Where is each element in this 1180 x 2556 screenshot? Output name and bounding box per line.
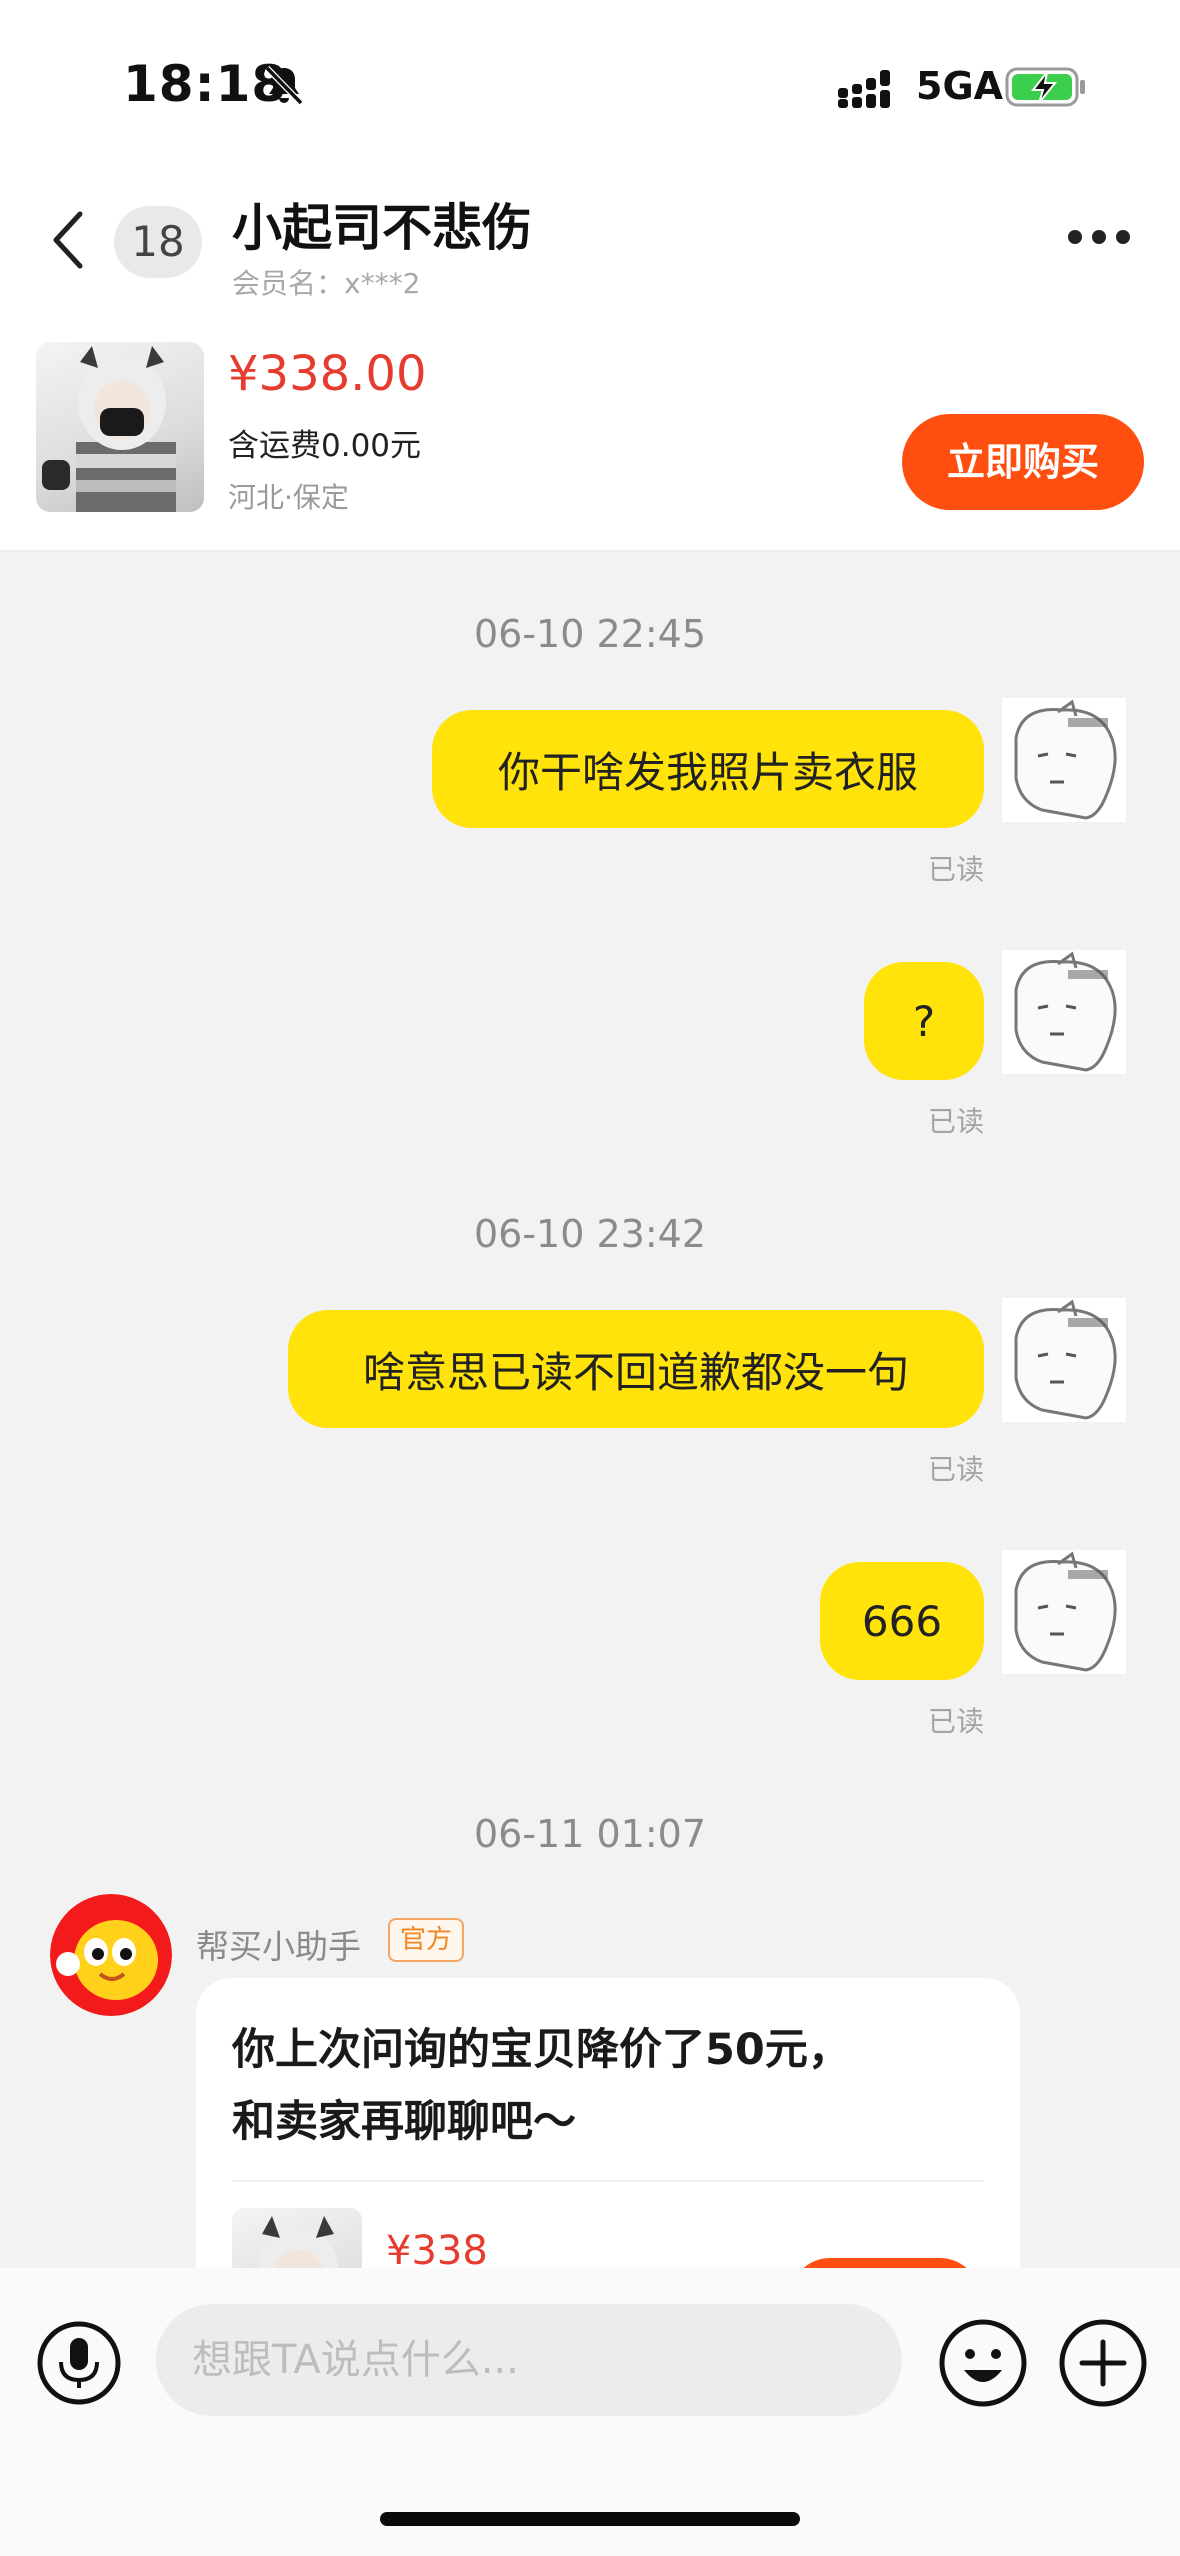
user-avatar[interactable] xyxy=(1002,1550,1126,1674)
emoji-icon[interactable] xyxy=(938,2318,1028,2408)
message-bubble[interactable]: ? xyxy=(864,962,984,1080)
message-input[interactable] xyxy=(156,2304,902,2416)
assistant-message-text: 你上次问询的宝贝降价了50元， 和卖家再聊聊吧～ xyxy=(232,2014,992,2158)
message-timestamp: 06-11 01:07 xyxy=(473,1812,706,1856)
assistant-message-line: 和卖家再聊聊吧～ xyxy=(232,2097,576,2147)
message-bubble[interactable]: 啥意思已读不回道歉都没一句 xyxy=(288,1310,984,1428)
message-bubble[interactable]: 666 xyxy=(820,1562,984,1680)
network-type: 5GA xyxy=(916,64,1004,108)
member-label: 会员名： xyxy=(232,267,345,300)
user-avatar[interactable] xyxy=(1002,950,1126,1074)
bell-off-icon xyxy=(264,65,304,106)
assistant-message-line: 你上次问询的宝贝降价了50元， xyxy=(232,2025,851,2075)
user-avatar[interactable] xyxy=(1002,698,1126,822)
user-avatar[interactable] xyxy=(1002,1298,1126,1422)
signal-icon xyxy=(838,70,890,108)
card-divider xyxy=(232,2180,984,2182)
read-receipt: 已读 xyxy=(927,1105,984,1138)
more-icon[interactable] xyxy=(1066,226,1132,248)
official-badge: 官方 xyxy=(388,1918,465,1962)
read-receipt: 已读 xyxy=(927,853,984,886)
battery-charging-icon xyxy=(1005,67,1085,107)
message-timestamp: 06-10 23:42 xyxy=(473,1212,706,1256)
plus-icon[interactable] xyxy=(1058,2318,1148,2408)
product-price: ¥338.00 xyxy=(228,346,427,402)
message-bubble[interactable]: 你干啥发我照片卖衣服 xyxy=(432,710,984,828)
buy-now-button[interactable]: 立即购买 xyxy=(902,414,1144,510)
microphone-icon[interactable] xyxy=(36,2320,122,2406)
back-arrow-icon[interactable] xyxy=(48,208,88,272)
assistant-name: 帮买小助手 xyxy=(196,1927,361,1966)
home-indicator[interactable] xyxy=(380,2512,800,2526)
read-receipt: 已读 xyxy=(927,1453,984,1486)
read-receipt: 已读 xyxy=(927,1705,984,1738)
member-name: 会员名：x***2 xyxy=(232,262,420,302)
product-thumbnail[interactable] xyxy=(36,342,204,512)
product-location: 河北·保定 xyxy=(228,481,349,514)
assistant-avatar[interactable] xyxy=(50,1894,172,2016)
chat-title: 小起司不悲伤 xyxy=(232,199,532,257)
message-timestamp: 06-10 22:45 xyxy=(473,612,706,656)
member-value: x***2 xyxy=(344,267,421,300)
unread-count-badge[interactable]: 18 xyxy=(114,206,202,278)
shipping-fee: 含运费0.00元 xyxy=(228,428,422,464)
